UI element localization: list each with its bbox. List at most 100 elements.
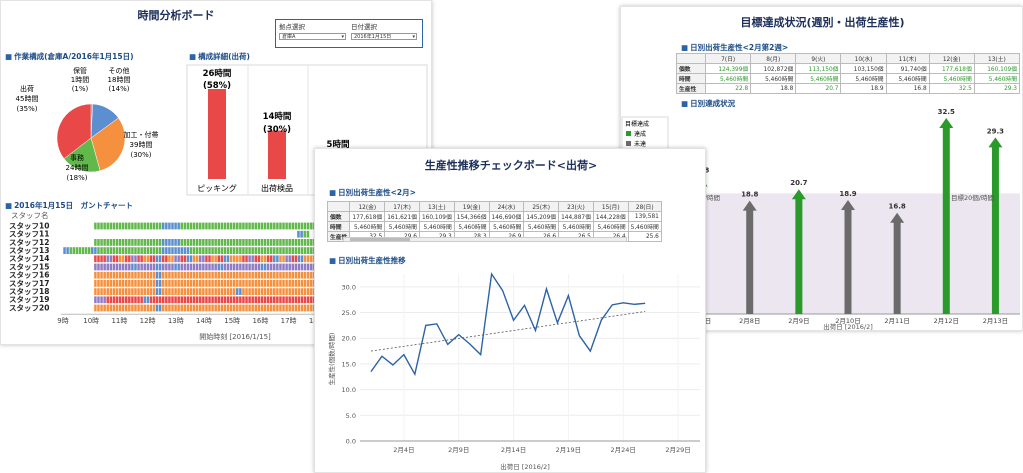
- gantt-segment: [174, 296, 177, 304]
- table-cell: 20.7: [795, 83, 842, 94]
- gantt-segment: [310, 263, 313, 271]
- gantt-segment: [140, 222, 143, 230]
- productivity-trend-board: 生産性推移チェックボード<出荷> 日別出荷生産性<2月> 12(金)17(木)1…: [314, 148, 706, 473]
- scrollbar-thumb[interactable]: [350, 238, 410, 241]
- pie-label-kakou: 加工・付帯 39時間(30%): [124, 130, 159, 159]
- gantt-tick-label: 13時: [168, 317, 184, 325]
- gantt-segment: [211, 280, 214, 287]
- table-column-header: 23(火): [558, 201, 594, 212]
- gantt-segment: [168, 255, 171, 263]
- gantt-segment: [217, 296, 221, 304]
- gantt-segment: [239, 296, 242, 304]
- date-select[interactable]: 2016年1月15日 ▾: [351, 33, 417, 40]
- gantt-segment: [118, 280, 122, 287]
- gantt-segment: [128, 296, 131, 304]
- gantt-segment: [288, 296, 291, 304]
- gantt-segment: [140, 271, 143, 279]
- pie-label-hokan: 保管 1時間(1%): [71, 66, 89, 93]
- gantt-segment: [205, 304, 208, 312]
- gantt-segment: [214, 280, 217, 287]
- productivity-line: [370, 272, 646, 377]
- gantt-segment: [288, 222, 291, 230]
- gantt-segment: [229, 304, 233, 312]
- gantt-segment: [143, 222, 146, 230]
- gantt-segment: [115, 239, 119, 246]
- gantt-segment: [183, 263, 187, 271]
- gantt-segment: [171, 296, 174, 304]
- achievement-bar: [893, 221, 901, 314]
- site-select[interactable]: 倉庫A ▾: [279, 33, 346, 40]
- gantt-segment: [149, 304, 153, 312]
- gantt-segment: [140, 304, 143, 312]
- gantt-segment: [183, 288, 187, 295]
- gantt-segment: [303, 280, 307, 287]
- table-cell: 5,460時間: [840, 73, 887, 84]
- gantt-segment: [100, 247, 103, 254]
- gantt-segment: [211, 255, 214, 263]
- x-tick-label: 2月8日: [739, 317, 760, 325]
- gantt-segment: [118, 304, 122, 312]
- gantt-segment: [106, 271, 109, 279]
- gantt-segment: [269, 255, 273, 263]
- gantt-segment: [100, 263, 103, 271]
- gantt-segment: [124, 239, 128, 246]
- date-select-value: 2016年1月15日: [354, 34, 392, 40]
- gantt-segment: [273, 304, 276, 312]
- gantt-segment: [158, 271, 162, 279]
- gantt-segment: [121, 222, 125, 230]
- gantt-segment: [161, 239, 165, 246]
- gantt-segment: [134, 296, 137, 304]
- gantt-segment: [161, 304, 165, 312]
- gantt-segment: [269, 263, 273, 271]
- table-row-header: 生産性: [675, 83, 707, 94]
- gantt-segment: [112, 239, 116, 246]
- gantt-segment: [236, 296, 239, 304]
- gantt-segment: [137, 239, 140, 246]
- gantt-segment: [199, 222, 202, 230]
- gantt-segment: [297, 288, 301, 295]
- gantt-segment: [115, 288, 119, 295]
- gantt-segment: [266, 296, 270, 304]
- gantt-segment: [291, 280, 295, 287]
- gantt-segment: [279, 280, 282, 287]
- gantt-segment: [223, 222, 227, 230]
- gantt-segment: [109, 255, 113, 263]
- table-cell: 154,366個: [453, 211, 490, 222]
- gantt-segment: [245, 304, 248, 312]
- gantt-segment: [183, 280, 187, 287]
- table-cell: 5,460時間: [750, 73, 797, 84]
- gantt-segment: [168, 247, 171, 254]
- gantt-segment: [236, 280, 239, 287]
- gantt-segment: [266, 280, 270, 287]
- gantt-segment: [87, 247, 91, 254]
- gantt-segment: [294, 296, 298, 304]
- gantt-segment: [186, 263, 190, 271]
- table-horizontal-scrollbar[interactable]: [343, 237, 627, 242]
- gantt-segment: [112, 271, 116, 279]
- table-row: 生産性 22.8 18.8 20.7 18.9 16.8 32.5 29.3: [675, 83, 1021, 94]
- table-cell: 5,460時間: [418, 221, 455, 232]
- gantt-segment: [186, 255, 190, 263]
- gantt-segment: [276, 288, 279, 295]
- gantt-segment: [97, 247, 100, 254]
- middle-panel-title: 生産性推移チェックボード<出荷>: [424, 159, 598, 172]
- gantt-segment: [106, 304, 109, 312]
- gantt-segment: [294, 304, 298, 312]
- legend-item-achieved: 達成: [634, 130, 646, 138]
- gantt-segment: [226, 255, 230, 263]
- gantt-segment: [106, 255, 109, 263]
- gantt-segment: [168, 280, 171, 287]
- y-tick-label: 25.0: [342, 309, 356, 317]
- gantt-segment: [186, 239, 190, 246]
- table-column-header: 17(木): [384, 201, 420, 212]
- gantt-segment: [202, 304, 205, 312]
- gantt-segment: [254, 296, 258, 304]
- gantt-segment: [303, 296, 307, 304]
- gantt-segment: [294, 271, 298, 279]
- gantt-segment: [282, 304, 285, 312]
- gantt-segment: [288, 271, 291, 279]
- gantt-segment: [229, 296, 233, 304]
- gantt-segment: [282, 271, 285, 279]
- table-cell: 160,109個: [973, 63, 1021, 74]
- gantt-segment: [106, 222, 109, 230]
